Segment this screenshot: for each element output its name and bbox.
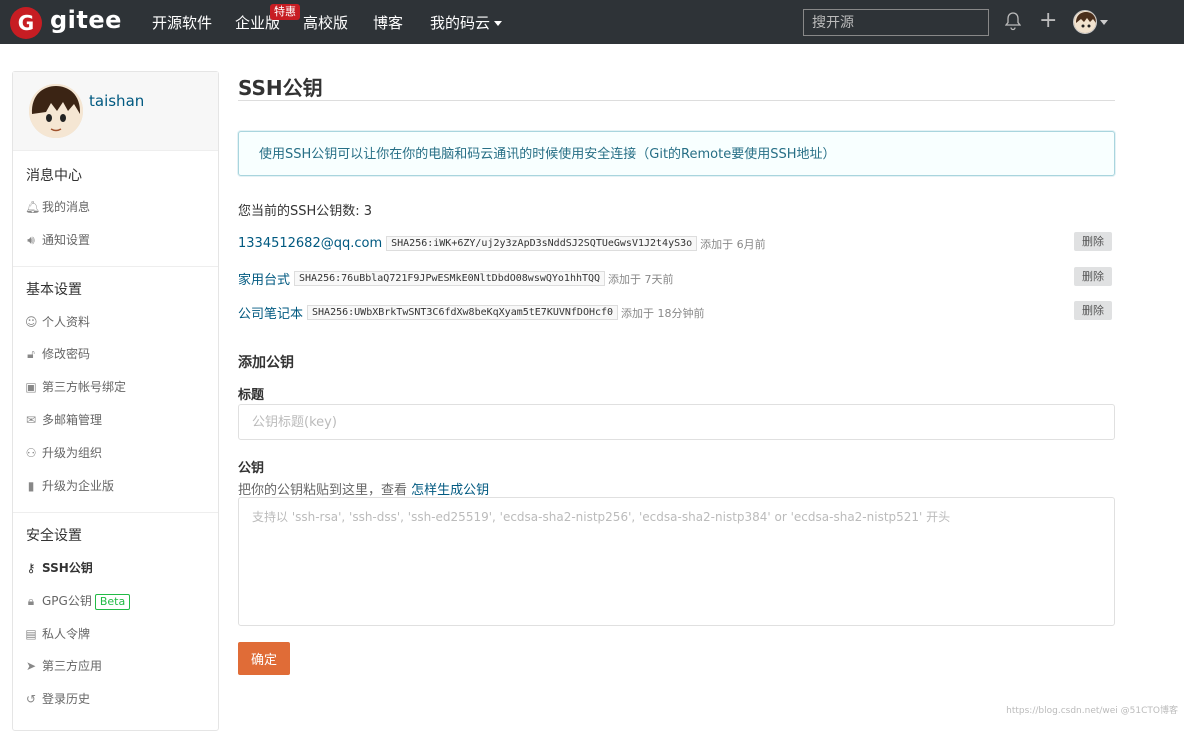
- ssh-key-row: 1334512682@qq.com SHA256:iWK+6ZY/uj2y3zAp…: [238, 232, 1112, 253]
- ssh-key-title[interactable]: 公司笔记本: [238, 303, 303, 322]
- sidebar-item-label: 通知设置: [42, 233, 91, 247]
- top-navbar: G gitee 开源软件 企业版 特惠 高校版 博客 我的码云 +: [0, 0, 1184, 44]
- sidebar-item-third-party-apps[interactable]: ➤ 第三方应用: [25, 658, 102, 674]
- ssh-key-added-time: 添加于 18分钟前: [621, 306, 705, 320]
- nav-my-gitee[interactable]: 我的码云: [430, 0, 503, 44]
- sidebar-item-email-management[interactable]: ✉ 多邮箱管理: [25, 412, 102, 428]
- sidebar-item-label: 升级为组织: [42, 446, 103, 460]
- sidebar-item-profile[interactable]: ☺ 个人资料: [25, 314, 90, 330]
- sidebar-item-label: GPG公钥: [42, 594, 92, 608]
- building-icon: ▮: [27, 479, 35, 493]
- profile-avatar[interactable]: [29, 84, 83, 138]
- section-message-center: 消息中心: [26, 168, 82, 184]
- ssh-key-fingerprint: SHA256:iWK+6ZY/uj2y3zApD3sNddSJ2SQTUeGws…: [386, 236, 698, 251]
- bell-icon: 🔔︎: [25, 200, 41, 214]
- page-title: SSH公钥: [238, 76, 323, 100]
- sidebar-item-login-history[interactable]: ↺ 登录历史: [25, 691, 90, 707]
- sidebar-item-third-party-binding[interactable]: ▣ 第三方帐号绑定: [25, 379, 126, 395]
- key-title-input[interactable]: [238, 404, 1115, 440]
- profile-username[interactable]: taishan: [89, 92, 144, 110]
- token-icon: ▤: [25, 627, 37, 641]
- nav-my-gitee-label: 我的码云: [430, 14, 491, 32]
- key-hint-text: 把你的公钥粘贴到这里，查看: [238, 483, 408, 498]
- beta-badge: Beta: [94, 594, 131, 610]
- nav-university[interactable]: 高校版: [303, 0, 348, 44]
- user-icon: ☺: [25, 315, 38, 329]
- add-key-heading: 添加公钥: [238, 355, 294, 371]
- sidebar-item-upgrade-organization[interactable]: ⚇ 升级为组织: [25, 445, 102, 461]
- settings-sidebar: taishan 消息中心 🔔︎ 我的消息 🔊︎ 通知设置 基本设置 ☺ 个人资料 🔓︎…: [12, 71, 219, 731]
- sidebar-item-label: 个人资料: [42, 315, 91, 329]
- sidebar-item-upgrade-enterprise[interactable]: ▮ 升级为企业版: [25, 478, 114, 494]
- nav-blog[interactable]: 博客: [373, 0, 403, 44]
- sidebar-item-label: 私人令牌: [42, 627, 91, 641]
- chevron-down-icon: [494, 21, 503, 26]
- users-icon: ⚇: [25, 446, 37, 460]
- ssh-key-row: 家用台式 SHA256:76uBblaQ721F9JPwESMkE0NltDbdO…: [238, 267, 1112, 288]
- ssh-key-fingerprint: SHA256:UWbXBrkTwSNT3C6fdXw8beKqXyam5tE7K…: [307, 305, 619, 320]
- sidebar-profile-header: taishan: [13, 72, 218, 151]
- sidebar-item-label: 第三方应用: [42, 659, 103, 673]
- user-avatar[interactable]: [1073, 10, 1097, 34]
- history-icon: ↺: [25, 692, 37, 706]
- sidebar-item-label: 修改密码: [42, 347, 91, 361]
- notification-bell-icon[interactable]: [1005, 11, 1021, 31]
- info-message: 使用SSH公钥可以让你在你的电脑和码云通讯的时候使用安全连接（Git的Remot…: [238, 131, 1115, 176]
- sidebar-item-my-messages[interactable]: 🔔︎ 我的消息: [25, 199, 90, 215]
- sidebar-item-label: 登录历史: [42, 692, 91, 706]
- divider: [13, 512, 218, 513]
- volume-icon: 🔊︎: [27, 233, 35, 247]
- how-to-generate-key-link[interactable]: 怎样生成公钥: [411, 483, 489, 498]
- watermark: https://blog.csdn.net/wei @51CTO博客: [1006, 706, 1178, 716]
- ssh-key-added-time: 添加于 7天前: [608, 272, 674, 286]
- id-card-icon: ▣: [25, 380, 37, 394]
- section-security-settings: 安全设置: [26, 528, 82, 544]
- ssh-key-row: 公司笔记本 SHA256:UWbXBrkTwSNT3C6fdXw8beKqXyam…: [238, 301, 1112, 322]
- sidebar-item-label: 多邮箱管理: [42, 413, 103, 427]
- mail-icon: ✉: [25, 413, 37, 427]
- delete-key-button[interactable]: 删除: [1074, 267, 1112, 286]
- divider: [238, 100, 1115, 101]
- sidebar-item-label: 我的消息: [42, 200, 91, 214]
- brand-name[interactable]: gitee: [50, 6, 122, 34]
- lock-icon: 🔒︎: [27, 594, 35, 608]
- sidebar-item-label: SSH公钥: [42, 561, 93, 575]
- public-key-textarea[interactable]: [238, 497, 1115, 626]
- ssh-key-fingerprint: SHA256:76uBblaQ721F9JPwESMkE0NltDbdO08ws…: [294, 271, 606, 286]
- ssh-key-count: 您当前的SSH公钥数: 3: [238, 204, 373, 219]
- sidebar-item-notification-settings[interactable]: 🔊︎ 通知设置: [25, 232, 90, 248]
- sidebar-item-private-tokens[interactable]: ▤ 私人令牌: [25, 626, 90, 642]
- ssh-key-title[interactable]: 家用台式: [238, 269, 290, 288]
- delete-key-button[interactable]: 删除: [1074, 232, 1112, 251]
- rocket-icon: ➤: [25, 659, 37, 673]
- search-input[interactable]: [803, 9, 989, 36]
- sidebar-item-gpg-keys[interactable]: 🔒︎ GPG公钥 Beta: [25, 593, 131, 610]
- key-field-label: 公钥: [238, 461, 265, 476]
- nav-open-source[interactable]: 开源软件: [152, 0, 212, 44]
- sidebar-item-change-password[interactable]: 🔓︎ 修改密码: [25, 346, 90, 362]
- avatar-chevron-down-icon[interactable]: [1100, 20, 1108, 25]
- confirm-button[interactable]: 确定: [238, 642, 290, 675]
- hot-badge: 特惠: [270, 4, 300, 20]
- delete-key-button[interactable]: 删除: [1074, 301, 1112, 320]
- unlock-icon: 🔓︎: [27, 347, 35, 361]
- divider: [13, 266, 218, 267]
- sidebar-item-label: 第三方帐号绑定: [42, 380, 127, 394]
- ssh-key-added-time: 添加于 6月前: [700, 237, 766, 251]
- gitee-logo-icon[interactable]: G: [10, 7, 42, 39]
- section-basic-settings: 基本设置: [26, 282, 82, 298]
- title-field-label: 标题: [238, 388, 265, 403]
- sidebar-item-ssh-keys[interactable]: ⚷ SSH公钥: [25, 560, 93, 576]
- sidebar-item-label: 升级为企业版: [42, 479, 115, 493]
- plus-icon[interactable]: +: [1039, 10, 1057, 32]
- key-hint: 把你的公钥粘贴到这里，查看 怎样生成公钥: [238, 479, 489, 498]
- key-icon: ⚷: [26, 561, 36, 575]
- ssh-key-title[interactable]: 1334512682@qq.com: [238, 236, 382, 251]
